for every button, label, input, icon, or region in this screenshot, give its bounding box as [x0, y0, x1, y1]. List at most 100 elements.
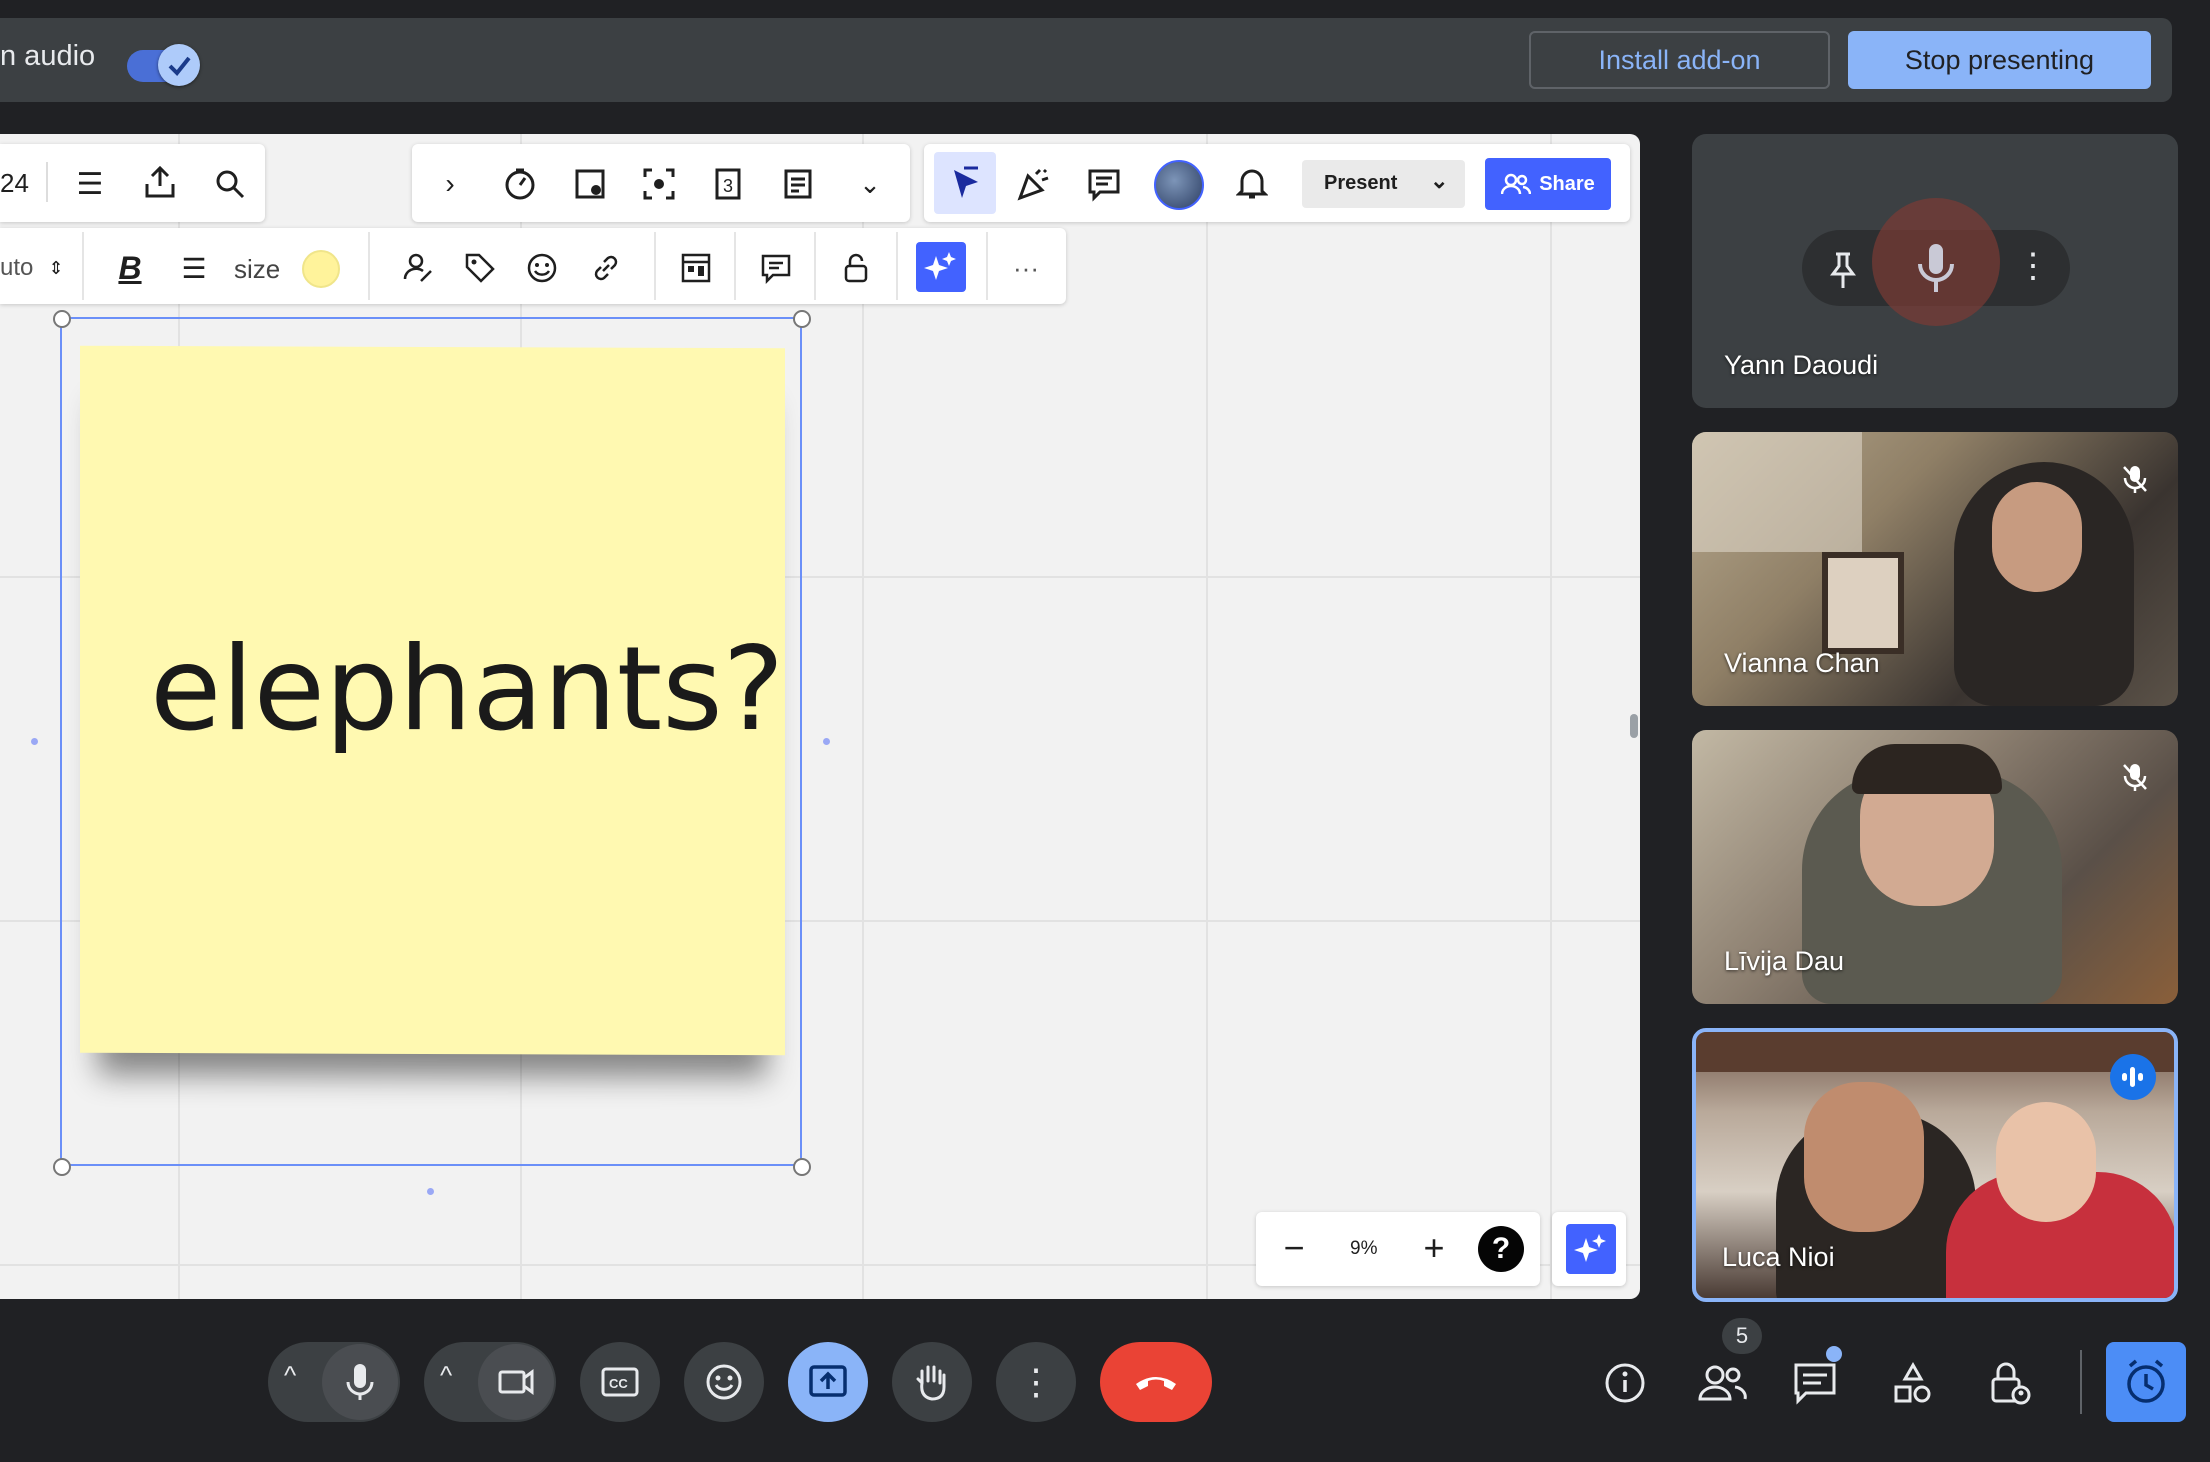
- bell-icon[interactable]: [1230, 162, 1274, 206]
- zoom-in-icon[interactable]: +: [1414, 1227, 1454, 1268]
- raise-hand-button[interactable]: [892, 1342, 972, 1422]
- chevron-down-icon[interactable]: ⌄: [1430, 168, 1448, 194]
- zoom-level[interactable]: 9%: [1350, 1238, 1377, 1260]
- vote-icon[interactable]: 3: [706, 162, 750, 206]
- help-button[interactable]: ?: [1478, 1226, 1524, 1272]
- ai-sparkle-button[interactable]: [916, 242, 966, 292]
- presenting-bar: [0, 18, 2172, 102]
- install-addon-button[interactable]: Install add-on: [1529, 31, 1830, 89]
- chat-icon[interactable]: [1790, 1358, 1840, 1408]
- chevron-up-icon[interactable]: ^: [440, 1360, 452, 1391]
- participant-tile[interactable]: Vianna Chan: [1692, 432, 2178, 706]
- unread-dot: [1826, 1346, 1842, 1362]
- selection-box: [60, 317, 802, 1166]
- emoji-icon[interactable]: [522, 248, 562, 288]
- video-background: [1692, 432, 1862, 552]
- comment-icon[interactable]: [1082, 162, 1126, 206]
- present-button[interactable]: Present ⌄: [1302, 160, 1465, 208]
- chevron-up-icon[interactable]: ^: [284, 1360, 296, 1391]
- host-controls-icon[interactable]: [1984, 1356, 2034, 1410]
- unlock-icon[interactable]: [836, 248, 876, 288]
- connector-dot[interactable]: [823, 738, 830, 745]
- share-button[interactable]: Share: [1485, 158, 1611, 210]
- color-swatch[interactable]: [302, 250, 340, 288]
- present-screen-button[interactable]: [788, 1342, 868, 1422]
- link-icon[interactable]: [586, 248, 626, 288]
- bold-icon[interactable]: B: [110, 248, 150, 288]
- svg-text:3: 3: [723, 176, 733, 196]
- share-label: Share: [1539, 172, 1595, 195]
- align-icon[interactable]: ☰: [174, 248, 214, 288]
- scrollbar-handle[interactable]: [1630, 714, 1638, 738]
- captions-button[interactable]: CC: [580, 1342, 660, 1422]
- avatar[interactable]: [1154, 160, 1204, 210]
- divider: [654, 232, 656, 300]
- export-icon[interactable]: [140, 160, 180, 204]
- frame-add-icon[interactable]: [568, 162, 612, 206]
- leave-call-button[interactable]: [1100, 1342, 1212, 1422]
- emoji-icon: [706, 1364, 742, 1400]
- info-icon[interactable]: [1600, 1358, 1650, 1408]
- stepper-icon[interactable]: ⇕: [46, 248, 66, 288]
- participant-name: Līvija Dau: [1724, 946, 1845, 976]
- more-vertical-icon: ⋮: [1018, 1361, 1054, 1402]
- check-icon[interactable]: [158, 44, 200, 86]
- font-select[interactable]: uto: [0, 254, 33, 282]
- menu-icon[interactable]: ☰: [70, 164, 110, 204]
- focus-icon[interactable]: [637, 162, 681, 206]
- present-label: Present: [1324, 172, 1398, 194]
- people-icon[interactable]: [1694, 1358, 1750, 1408]
- divider: [896, 232, 898, 300]
- pin-icon[interactable]: [1828, 250, 1858, 295]
- participant-tile[interactable]: ⋮ Yann Daoudi: [1692, 134, 2178, 408]
- participant-name: Luca Nioi: [1722, 1242, 1835, 1272]
- more-horizontal-icon[interactable]: ···: [1006, 248, 1046, 288]
- comment-add-icon[interactable]: [756, 248, 796, 288]
- people-icon: [1501, 173, 1532, 195]
- camera-button[interactable]: [478, 1344, 554, 1420]
- mic-button[interactable]: [322, 1344, 398, 1420]
- chevron-double-down-icon[interactable]: ⌄: [850, 164, 890, 204]
- activities-icon[interactable]: [1888, 1358, 1938, 1408]
- notes-icon[interactable]: [776, 162, 820, 206]
- resize-handle[interactable]: [53, 310, 71, 328]
- resize-handle[interactable]: [793, 1158, 811, 1176]
- divider: [368, 232, 370, 300]
- mic-off-icon: [2112, 456, 2158, 502]
- participant-name: Yann Daoudi: [1724, 350, 1879, 380]
- timer-button[interactable]: [2106, 1342, 2186, 1422]
- captions-icon: CC: [601, 1367, 639, 1397]
- more-options-button[interactable]: ⋮: [996, 1342, 1076, 1422]
- resize-handle[interactable]: [53, 1158, 71, 1176]
- template-icon[interactable]: [676, 248, 716, 288]
- search-icon[interactable]: [210, 164, 250, 204]
- tag-icon[interactable]: [460, 248, 500, 288]
- board-number: 24: [0, 168, 29, 198]
- participant-tile-active[interactable]: Luca Nioi: [1692, 1028, 2178, 1302]
- participant-tile[interactable]: Līvija Dau: [1692, 730, 2178, 1004]
- divider: [814, 232, 816, 300]
- svg-text:CC: CC: [609, 1376, 628, 1391]
- connector-dot[interactable]: [31, 738, 38, 745]
- chevron-right-icon[interactable]: ›: [430, 164, 470, 204]
- timer-icon[interactable]: [498, 162, 542, 206]
- stop-presenting-button[interactable]: Stop presenting: [1848, 31, 2151, 89]
- zoom-out-icon[interactable]: −: [1274, 1227, 1314, 1268]
- author-icon[interactable]: [398, 248, 438, 288]
- follow-me-button[interactable]: [934, 152, 996, 214]
- ai-assist-button[interactable]: [1566, 1224, 1616, 1274]
- celebrate-icon[interactable]: [1012, 162, 1056, 206]
- font-size-select[interactable]: size: [234, 254, 280, 285]
- more-vertical-icon[interactable]: ⋮: [2016, 246, 2050, 286]
- speaking-icon: [2110, 1054, 2156, 1100]
- wall-picture: [1822, 552, 1904, 654]
- connector-dot[interactable]: [427, 1188, 434, 1195]
- alarm-icon: [2127, 1359, 2165, 1403]
- people-count-badge: 5: [1722, 1318, 1762, 1354]
- divider: [734, 232, 736, 300]
- resize-handle[interactable]: [793, 310, 811, 328]
- hang-up-icon: [1136, 1377, 1176, 1390]
- divider: [46, 162, 48, 202]
- face: [1992, 482, 2082, 592]
- reactions-button[interactable]: [684, 1342, 764, 1422]
